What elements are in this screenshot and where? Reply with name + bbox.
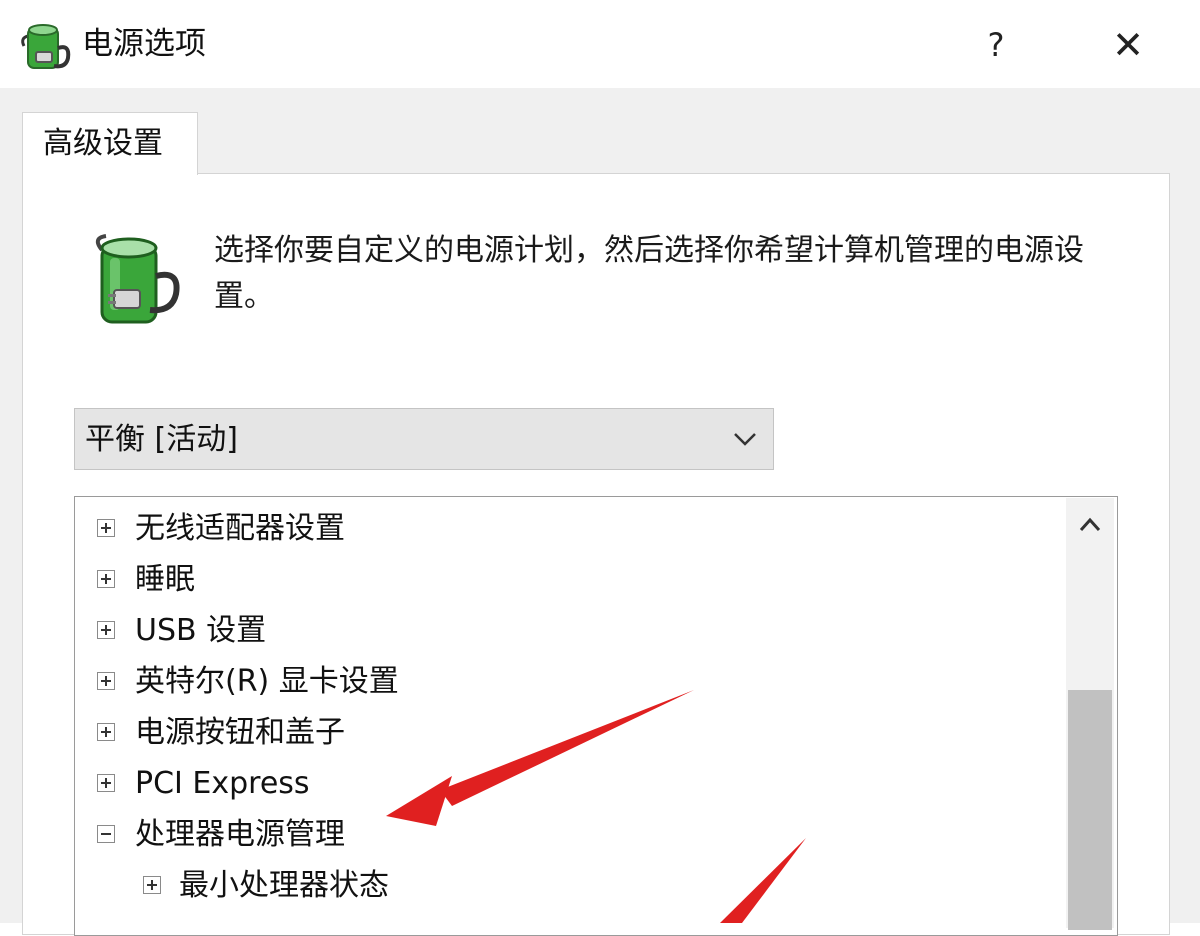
expand-icon[interactable] bbox=[97, 519, 115, 537]
power-options-icon bbox=[21, 24, 71, 69]
expand-icon[interactable] bbox=[97, 621, 115, 639]
power-plan-select[interactable]: 平衡 [活动] bbox=[74, 408, 774, 470]
help-button[interactable]: ? bbox=[966, 20, 1026, 70]
tree-item-power-buttons[interactable]: 电源按钮和盖子 bbox=[75, 709, 1075, 759]
tree-item-label: 睡眠 bbox=[135, 562, 195, 597]
tree-item-wireless-adapter[interactable]: 无线适配器设置 bbox=[75, 505, 1075, 555]
tree-item-label: USB 设置 bbox=[135, 613, 267, 648]
tree-item-pci-express[interactable]: PCI Express bbox=[75, 760, 1075, 810]
tree-item-min-processor-state[interactable]: 最小处理器状态 bbox=[75, 862, 1075, 912]
tree-item-label: 英特尔(R) 显卡设置 bbox=[135, 664, 399, 699]
scroll-up-icon[interactable] bbox=[1066, 498, 1114, 550]
tree-item-processor-power[interactable]: 处理器电源管理 bbox=[75, 811, 1075, 861]
chevron-down-icon bbox=[734, 433, 756, 446]
battery-plug-icon bbox=[95, 234, 180, 324]
power-plan-value: 平衡 [活动] bbox=[85, 422, 238, 457]
description-text: 选择你要自定义的电源计划，然后选择你希望计算机管理的电源设置。 bbox=[214, 233, 1084, 314]
tree-item-label: 无线适配器设置 bbox=[135, 511, 345, 546]
expand-icon[interactable] bbox=[97, 723, 115, 741]
title-bar: 电源选项 ? ✕ bbox=[0, 0, 1200, 88]
tree-item-label: PCI Express bbox=[135, 766, 310, 801]
scroll-thumb[interactable] bbox=[1068, 690, 1112, 930]
power-settings-tree[interactable]: 无线适配器设置 睡眠 USB 设置 英特尔(R) 显卡设置 电源按钮和盖子 PC… bbox=[74, 496, 1118, 936]
tab-advanced-settings[interactable]: 高级设置 bbox=[22, 112, 198, 175]
tree-scrollbar[interactable] bbox=[1066, 498, 1114, 930]
expand-icon[interactable] bbox=[97, 774, 115, 792]
expand-icon[interactable] bbox=[97, 672, 115, 690]
expand-icon[interactable] bbox=[143, 876, 161, 894]
window-title: 电源选项 bbox=[82, 26, 206, 62]
tree-item-intel-graphics[interactable]: 英特尔(R) 显卡设置 bbox=[75, 658, 1075, 708]
tree-item-label: 电源按钮和盖子 bbox=[135, 715, 345, 750]
tree-item-usb[interactable]: USB 设置 bbox=[75, 607, 1075, 657]
tab-label: 高级设置 bbox=[43, 126, 163, 161]
tree-item-label: 处理器电源管理 bbox=[135, 817, 345, 852]
tree-item-label: 最小处理器状态 bbox=[179, 868, 389, 903]
close-button[interactable]: ✕ bbox=[1098, 20, 1158, 70]
collapse-icon[interactable] bbox=[97, 825, 115, 843]
expand-icon[interactable] bbox=[97, 570, 115, 588]
tree-item-sleep[interactable]: 睡眠 bbox=[75, 556, 1075, 606]
